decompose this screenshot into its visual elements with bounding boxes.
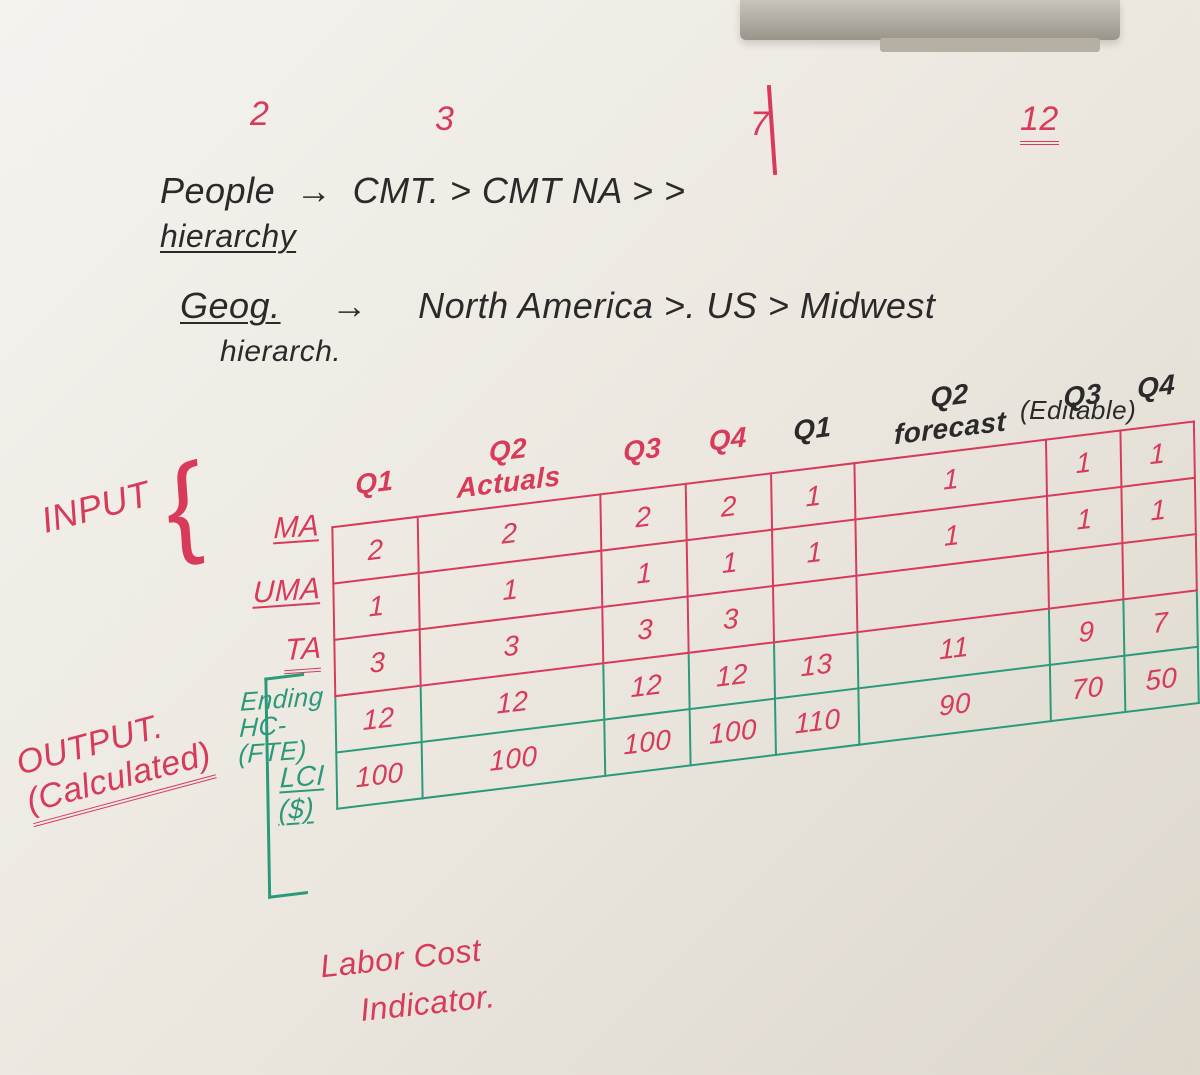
col-header: Q4 bbox=[684, 396, 771, 484]
row-label-uma: UMA bbox=[252, 572, 321, 611]
geog-word: Geog. bbox=[180, 285, 281, 326]
arrow-icon: → bbox=[296, 170, 333, 211]
data-grid: Q1 Q2 Actuals Q3 Q4 Q1 Q2 forecast Q3 Q4… bbox=[330, 344, 1200, 810]
people-label: People → CMT. > CMT NA > > bbox=[160, 170, 686, 212]
col-header: Q3 bbox=[599, 406, 686, 494]
cell: 1 bbox=[1121, 478, 1196, 543]
output-bracket-icon bbox=[264, 673, 308, 899]
col-header: Q1 bbox=[331, 439, 418, 527]
col-header: Q4 bbox=[1119, 344, 1194, 430]
lci-note-line1: Labor Cost bbox=[319, 932, 484, 986]
curly-brace-icon: { bbox=[159, 481, 206, 533]
geog-path: North America >. US > Midwest bbox=[418, 285, 935, 326]
cell: 100 bbox=[604, 709, 691, 776]
cell: 100 bbox=[336, 742, 423, 809]
cell: 1 bbox=[1046, 431, 1121, 496]
lci-note-line2: Indicator. bbox=[358, 978, 497, 1029]
cell: 1 bbox=[772, 519, 856, 586]
top-number-1: 2 bbox=[250, 95, 269, 134]
input-section-label: INPUT { bbox=[37, 460, 202, 545]
cell: 100 bbox=[690, 699, 777, 766]
cell: 50 bbox=[1124, 647, 1199, 712]
cell: 9 bbox=[1049, 599, 1124, 664]
arrow-icon: → bbox=[331, 285, 368, 326]
cell: 7 bbox=[1123, 590, 1198, 655]
cell: 13 bbox=[774, 632, 858, 699]
row-label-ma: MA bbox=[273, 509, 320, 547]
geog-sublabel: hierarch. bbox=[220, 335, 341, 369]
top-number-2: 3 bbox=[435, 100, 454, 139]
cell: 1 bbox=[1047, 487, 1122, 552]
cell: 2 bbox=[600, 484, 687, 551]
geog-label: Geog. → North America >. US > Midwest bbox=[180, 285, 935, 327]
top-number-4: 12 bbox=[1020, 100, 1059, 145]
row-label-ta: TA bbox=[284, 631, 322, 674]
top-number-3: 7 bbox=[750, 105, 769, 144]
cell: 70 bbox=[1050, 656, 1125, 721]
cell bbox=[773, 576, 857, 643]
forecast-table-wrap: MA UMA TA Ending HC-(FTE) LCI ($) Q1 Q2 … bbox=[330, 344, 1200, 810]
people-sublabel: hierarchy bbox=[160, 218, 296, 255]
cell bbox=[1048, 543, 1123, 608]
col-header: Q3 bbox=[1045, 353, 1120, 439]
people-word: People bbox=[160, 170, 275, 211]
cell: 1 bbox=[771, 463, 855, 530]
whiteboard-marker-tray bbox=[740, 0, 1120, 40]
cell: 110 bbox=[775, 688, 859, 755]
col-header: Q1 bbox=[770, 386, 855, 474]
output-section-label: OUTPUT. (Calculated) bbox=[12, 697, 217, 827]
people-path: CMT. > CMT NA > > bbox=[353, 170, 686, 211]
cell: 1 bbox=[1120, 422, 1195, 487]
cell: 3 bbox=[688, 586, 775, 653]
cell bbox=[1122, 534, 1197, 599]
input-text: INPUT bbox=[37, 473, 154, 541]
